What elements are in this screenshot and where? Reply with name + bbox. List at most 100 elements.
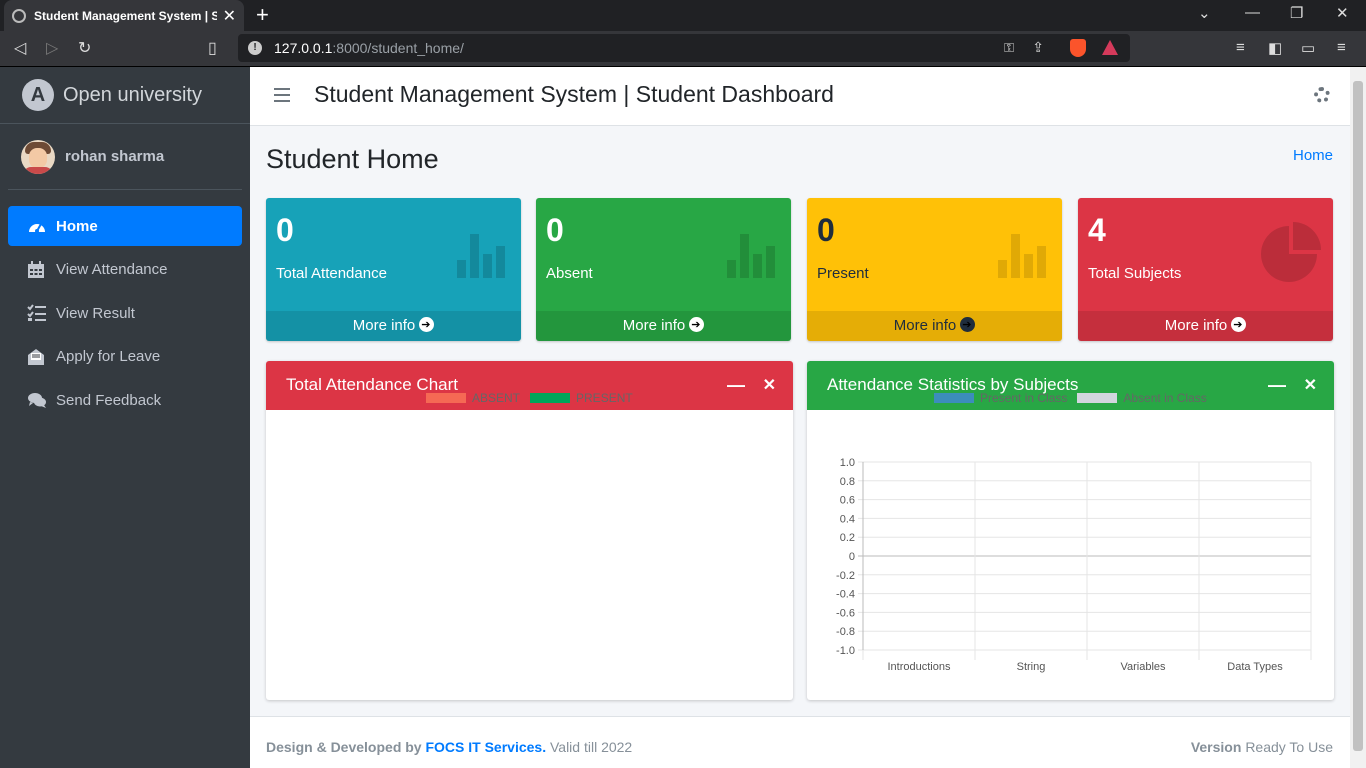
top-navbar: Student Management System | Student Dash… bbox=[250, 67, 1350, 126]
brave-rewards-icon[interactable] bbox=[1102, 40, 1118, 55]
stat-label: Absent bbox=[546, 265, 593, 282]
subject-stats-card: Attendance Statistics by Subjects — ✕ Pr… bbox=[807, 361, 1334, 700]
legend-item-present[interactable]: Present in Class bbox=[934, 391, 1067, 405]
sidebar-item-view-attendance[interactable]: View Attendance bbox=[8, 250, 242, 290]
forward-icon[interactable]: ▷ bbox=[46, 38, 58, 58]
stat-value: 4 bbox=[1088, 212, 1106, 248]
stat-label: Present bbox=[817, 265, 869, 282]
hamburger-menu-icon[interactable] bbox=[274, 88, 290, 102]
chart-legend: ABSENT PRESENT bbox=[426, 391, 643, 405]
dashboard-icon bbox=[27, 217, 47, 235]
legend-item-absent[interactable]: Absent in Class bbox=[1077, 391, 1207, 405]
sidebar-item-home[interactable]: Home bbox=[8, 206, 242, 246]
bookmark-icon[interactable]: ▯ bbox=[208, 38, 217, 58]
close-tab-icon[interactable]: ✕ bbox=[223, 6, 236, 26]
reload-icon[interactable]: ↻ bbox=[78, 38, 91, 58]
sidebar-menu: Home View Attendance View Result Apply f… bbox=[0, 190, 250, 420]
x-tick-label: Data Types bbox=[1227, 661, 1283, 673]
y-tick-label: -0.8 bbox=[836, 626, 855, 638]
stat-box-total-attendance: 0 Total Attendance More info bbox=[266, 198, 521, 341]
version-label: Version bbox=[1190, 739, 1242, 755]
arrow-circle-right-icon bbox=[1231, 310, 1247, 340]
address-bar[interactable]: ! 127.0.0.1:8000/student_home/ ⚿ ⇪ bbox=[238, 34, 1130, 62]
more-info-link[interactable]: More info bbox=[266, 310, 521, 341]
playlist-icon[interactable]: ≡ bbox=[1236, 39, 1245, 56]
content-header: Student Home Home bbox=[250, 126, 1350, 196]
site-info-icon[interactable]: ! bbox=[248, 41, 262, 55]
y-tick-label: 1.0 bbox=[840, 457, 855, 469]
legend-label: ABSENT bbox=[472, 391, 521, 405]
brand-link[interactable]: A Open university bbox=[0, 67, 250, 124]
sidebar-item-send-feedback[interactable]: Send Feedback bbox=[8, 380, 242, 420]
x-tick-label: Variables bbox=[1120, 661, 1166, 673]
footer-version: Version Ready To Use bbox=[1191, 739, 1333, 755]
list-check-icon bbox=[27, 304, 47, 322]
menu-icon[interactable]: ≡ bbox=[1337, 39, 1346, 56]
legend-item-present[interactable]: PRESENT bbox=[530, 391, 633, 405]
stat-value: 0 bbox=[276, 212, 294, 248]
x-tick-label: String bbox=[1017, 661, 1046, 673]
more-info-link[interactable]: More info bbox=[1078, 310, 1333, 341]
arrow-circle-right-icon bbox=[419, 310, 435, 340]
collapse-icon[interactable]: — bbox=[727, 375, 745, 396]
close-icon[interactable]: ✕ bbox=[1304, 375, 1317, 395]
url-path: :8000/student_home/ bbox=[332, 40, 464, 56]
scrollbar-thumb[interactable] bbox=[1353, 81, 1363, 751]
back-icon[interactable]: ◁ bbox=[14, 38, 26, 58]
close-icon[interactable]: ✕ bbox=[763, 375, 776, 395]
sidebar-item-label: Home bbox=[56, 217, 98, 235]
sidebar-toggle-icon[interactable]: ◧ bbox=[1268, 39, 1282, 57]
calendar-icon bbox=[27, 260, 47, 279]
main-content: Student Management System | Student Dash… bbox=[250, 67, 1350, 768]
url-host: 127.0.0.1 bbox=[274, 40, 333, 56]
more-info-label: More info bbox=[1164, 317, 1228, 334]
legend-label: Present in Class bbox=[980, 391, 1068, 405]
new-tab-button[interactable]: + bbox=[256, 2, 269, 28]
gear-icon[interactable] bbox=[1314, 87, 1330, 103]
bar-chart-icon bbox=[996, 230, 1048, 278]
user-panel[interactable]: rohan sharma bbox=[8, 124, 242, 190]
footer-credit: Design & Developed by FOCS IT Services. … bbox=[266, 739, 632, 755]
envelope-open-icon bbox=[27, 348, 47, 366]
browser-tab[interactable]: Student Management System | Stu ✕ bbox=[4, 0, 244, 31]
y-tick-label: 0.6 bbox=[840, 495, 855, 507]
breadcrumb-home[interactable]: Home bbox=[1293, 147, 1333, 164]
more-info-link[interactable]: More info bbox=[536, 310, 791, 341]
more-info-label: More info bbox=[893, 317, 957, 334]
y-tick-label: -0.6 bbox=[836, 607, 855, 619]
version-value: Ready To Use bbox=[1245, 739, 1333, 755]
collapse-icon[interactable]: — bbox=[1268, 375, 1286, 396]
bar-chart-icon bbox=[455, 230, 507, 278]
restore-icon[interactable]: ❐ bbox=[1290, 4, 1303, 22]
wallet-icon[interactable]: ▭ bbox=[1301, 39, 1315, 57]
stat-label: Total Attendance bbox=[276, 265, 387, 282]
chart-legend: Present in Class Absent in Class bbox=[934, 391, 1217, 405]
arrow-circle-right-icon bbox=[689, 310, 705, 340]
legend-swatch bbox=[530, 393, 571, 403]
sidebar-item-view-result[interactable]: View Result bbox=[8, 293, 242, 333]
tab-search-icon[interactable]: ⌄ bbox=[1198, 4, 1211, 22]
minimize-icon[interactable]: — bbox=[1245, 4, 1260, 21]
share-icon[interactable]: ⇪ bbox=[1032, 39, 1044, 56]
sidebar-item-apply-leave[interactable]: Apply for Leave bbox=[8, 337, 242, 377]
tab-title: Student Management System | Stu bbox=[34, 8, 217, 23]
comments-icon bbox=[27, 391, 47, 409]
scrollbar[interactable] bbox=[1350, 67, 1366, 768]
brave-shields-icon[interactable] bbox=[1070, 39, 1086, 57]
more-info-link[interactable]: More info bbox=[807, 310, 1062, 341]
key-icon[interactable]: ⚿ bbox=[1004, 40, 1014, 56]
y-tick-label: -0.4 bbox=[836, 589, 855, 601]
bar-chart: 1.0 0.8 0.6 0.4 0.2 0 -0.2 -0.4 -0.6 -0.8 -1.0 Intr… bbox=[836, 457, 1312, 673]
close-window-icon[interactable]: ✕ bbox=[1336, 4, 1349, 22]
user-name: rohan sharma bbox=[65, 148, 165, 165]
attendance-chart-card: Total Attendance Chart — ✕ ABSENT PRESEN… bbox=[266, 361, 793, 700]
brand-logo-icon: A bbox=[22, 79, 54, 111]
stat-value: 0 bbox=[546, 212, 564, 248]
y-tick-label: 0.8 bbox=[840, 476, 855, 488]
browser-tab-strip: Student Management System | Stu ✕ + ⌄ — … bbox=[0, 0, 1366, 31]
legend-swatch bbox=[426, 393, 466, 403]
footer-company-link[interactable]: FOCS IT Services. bbox=[425, 739, 546, 755]
stat-box-present: 0 Present More info bbox=[807, 198, 1062, 341]
legend-item-absent[interactable]: ABSENT bbox=[426, 391, 520, 405]
pie-chart-icon bbox=[1261, 222, 1321, 282]
